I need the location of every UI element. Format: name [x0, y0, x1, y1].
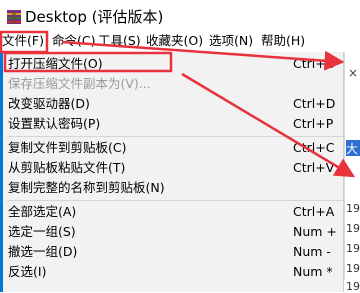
menu-item-label: 复制文件到剪贴板(C)	[8, 140, 127, 155]
file-list-pane[interactable]: × 大 19 19 19 19 19	[344, 52, 360, 293]
close-icon[interactable]: ×	[348, 66, 358, 80]
menu-item-save-copy: 保存压缩文件副本为(V)...	[7, 74, 343, 94]
list-item[interactable]: 19	[346, 280, 360, 293]
menu-item-shortcut: Ctrl+P	[293, 116, 334, 131]
menu-item-select-group[interactable]: 选定一组(S) Num +	[7, 222, 343, 242]
menu-item-label: 设置默认密码(P)	[8, 116, 101, 131]
winrar-icon	[7, 10, 21, 24]
menu-item-label: 改变驱动器(D)	[8, 96, 90, 111]
menu-item-label: 撤选一组(D)	[8, 244, 78, 259]
menu-item-shortcut: Num +	[293, 224, 337, 239]
menu-item-label: 全部选定(A)	[8, 204, 77, 219]
menu-item-change-drive[interactable]: 改变驱动器(D) Ctrl+D	[7, 94, 343, 114]
menu-item-copy-to-clipboard[interactable]: 复制文件到剪贴板(C) Ctrl+C	[7, 138, 343, 158]
menu-commands[interactable]: 命令(C)	[52, 33, 95, 49]
menu-item-select-all[interactable]: 全部选定(A) Ctrl+A	[7, 202, 343, 222]
menu-file[interactable]: 文件(F)	[2, 33, 44, 49]
menu-item-shortcut: Num *	[293, 264, 333, 279]
menu-item-deselect-group[interactable]: 撤选一组(D) Num -	[7, 242, 343, 262]
menu-item-label: 打开压缩文件(O)	[8, 56, 103, 71]
menu-accent-strip	[0, 52, 3, 292]
menu-item-shortcut: Ctrl+O	[293, 56, 336, 71]
file-menu-dropdown: 打开压缩文件(O) Ctrl+O 保存压缩文件副本为(V)... 改变驱动器(D…	[0, 52, 344, 292]
list-item[interactable]: 19	[346, 202, 360, 215]
menu-item-shortcut: Ctrl+A	[293, 204, 335, 219]
menu-item-label: 反选(I)	[8, 264, 47, 279]
menu-item-shortcut: Ctrl+V	[293, 160, 335, 175]
menu-options[interactable]: 选项(N)	[209, 33, 253, 49]
selected-row[interactable]: 大	[346, 140, 360, 156]
menu-item-copy-full-name[interactable]: 复制完整的名称到剪贴板(N)	[7, 178, 343, 198]
window-title: Desktop (评估版本)	[25, 8, 164, 26]
menu-item-shortcut: Ctrl+C	[293, 140, 335, 155]
menu-item-default-password[interactable]: 设置默认密码(P) Ctrl+P	[7, 114, 343, 134]
menu-item-label: 选定一组(S)	[8, 224, 76, 239]
menu-help[interactable]: 帮助(H)	[261, 33, 305, 49]
menu-item-label: 复制完整的名称到剪贴板(N)	[8, 180, 165, 195]
list-item[interactable]: 19	[346, 222, 360, 235]
menu-item-shortcut: Ctrl+D	[293, 96, 336, 111]
menu-item-open-archive[interactable]: 打开压缩文件(O) Ctrl+O	[7, 54, 343, 74]
menu-separator	[7, 136, 343, 137]
menu-bar: 文件(F) 命令(C) 工具(S) 收藏夹(O) 选项(N) 帮助(H)	[0, 30, 360, 52]
menu-item-paste-from-clipboard[interactable]: 从剪贴板粘贴文件(T) Ctrl+V	[7, 158, 343, 178]
menu-item-invert-selection[interactable]: 反选(I) Num *	[7, 262, 343, 282]
menu-tools[interactable]: 工具(S)	[98, 33, 141, 49]
menu-separator	[7, 200, 343, 201]
menu-item-shortcut: Num -	[293, 244, 331, 259]
title-bar: Desktop (评估版本)	[0, 0, 360, 30]
list-item[interactable]: 19	[346, 242, 360, 255]
menu-item-label: 保存压缩文件副本为(V)...	[8, 76, 151, 91]
list-item[interactable]: 19	[346, 262, 360, 275]
menu-item-label: 从剪贴板粘贴文件(T)	[8, 160, 126, 175]
menu-favorites[interactable]: 收藏夹(O)	[146, 33, 203, 49]
